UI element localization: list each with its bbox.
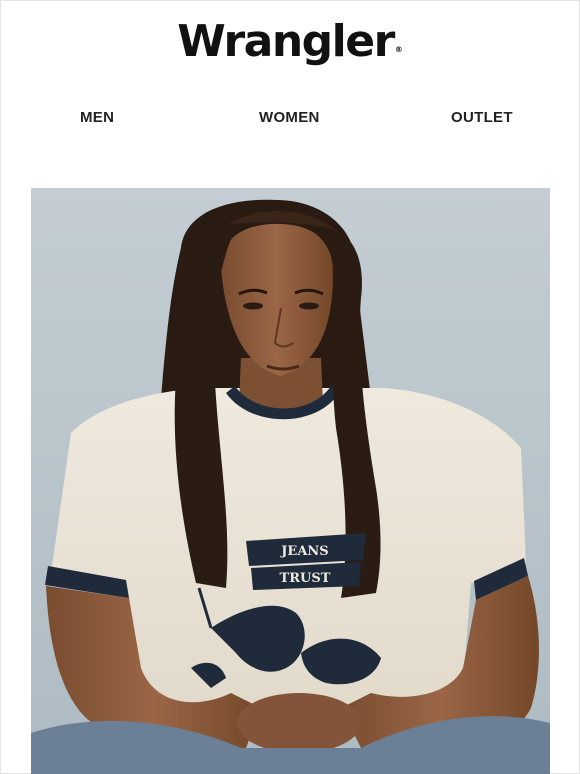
shirt-text-jeans: JEANS xyxy=(280,544,328,559)
nav-link-women[interactable]: WOMEN xyxy=(259,106,320,130)
top-nav: MEN WOMEN OUTLET xyxy=(0,106,580,130)
hero-illustration: JEANS TRUST xyxy=(31,188,550,774)
shirt-text-trust: TRUST xyxy=(280,571,331,586)
left-eye xyxy=(243,302,263,310)
right-eye xyxy=(299,302,319,310)
brand-logo[interactable]: Wrangler® xyxy=(0,12,580,72)
brand-logo-text: Wrangler xyxy=(177,16,395,67)
registered-mark: ® xyxy=(394,45,403,54)
nav-link-outlet[interactable]: OUTLET xyxy=(451,106,513,130)
hero-image[interactable]: JEANS TRUST xyxy=(31,188,550,774)
clasped-hands xyxy=(237,693,361,753)
nav-link-men[interactable]: MEN xyxy=(80,106,114,130)
